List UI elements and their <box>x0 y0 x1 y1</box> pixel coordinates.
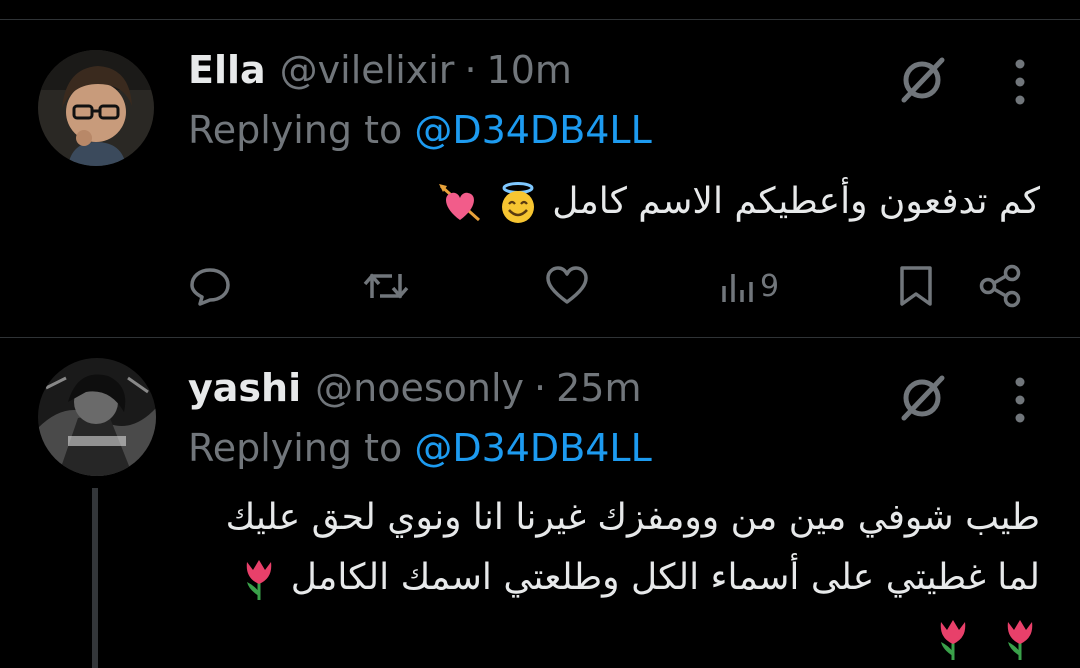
tweet-text-line: كم تدفعون وأعطيكم الاسم كامل <box>180 172 1040 232</box>
user-handle[interactable]: @vilelixir <box>280 48 455 92</box>
tweet-header: Ella @vilelixir · 10m <box>188 44 572 96</box>
views-count: 9 <box>760 268 780 304</box>
mention-link[interactable]: @D34DB4LL <box>414 108 651 152</box>
display-name[interactable]: yashi <box>188 366 301 410</box>
separator-dot: · <box>464 48 477 92</box>
timestamp[interactable]: 25m <box>556 366 641 410</box>
timeline: Ella @vilelixir · 10m Replying to @D34DB… <box>0 0 1080 668</box>
grok-icon[interactable] <box>890 48 954 112</box>
more-icon[interactable] <box>1000 372 1040 428</box>
tulip-icon <box>247 560 272 600</box>
heart-with-arrow-icon <box>439 184 481 222</box>
tweet[interactable]: yashi @noesonly · 25m Replying to @D34DB… <box>0 338 1080 668</box>
like-icon <box>546 266 588 304</box>
tulip-icon <box>940 620 965 660</box>
replying-label: Replying to <box>188 108 415 152</box>
share-button[interactable] <box>978 260 1024 312</box>
replying-to: Replying to @D34DB4LL <box>188 108 652 152</box>
reply-button[interactable] <box>188 260 232 312</box>
avatar[interactable] <box>38 50 154 166</box>
smiling-face-with-halo-icon <box>501 182 534 223</box>
retweet-icon <box>363 273 409 299</box>
tweet[interactable]: Ella @vilelixir · 10m Replying to @D34DB… <box>0 20 1080 337</box>
bookmark-icon <box>900 266 932 306</box>
reply-icon <box>190 268 230 306</box>
tweet-text-line: طيب شوفي مين من وومفزك غيرنا انا ونوي لح… <box>225 497 1040 538</box>
tweet-text-line: لما غطيتي على أسماء الكل وطلعتي اسمك الك… <box>180 548 1040 608</box>
grok-icon[interactable] <box>890 366 954 430</box>
tweet-actions: 9 <box>188 260 1040 312</box>
tweet-text-line <box>180 608 1040 668</box>
retweet-button[interactable] <box>362 260 410 312</box>
display-name[interactable]: Ella <box>188 48 266 92</box>
tweet-text: كم تدفعون وأعطيكم الاسم كامل <box>180 172 1040 232</box>
thread-line <box>92 488 98 668</box>
tulip-icon <box>1007 620 1033 660</box>
tweet-header: yashi @noesonly · 25m <box>188 362 641 414</box>
user-handle[interactable]: @noesonly <box>315 366 524 410</box>
tweet-text: طيب شوفي مين من وومفزك غيرنا انا ونوي لح… <box>180 488 1040 668</box>
replying-to: Replying to @D34DB4LL <box>188 426 652 470</box>
bookmark-button[interactable] <box>896 260 936 312</box>
replying-label: Replying to <box>188 426 415 470</box>
views-icon <box>722 274 753 302</box>
views-button[interactable]: 9 <box>718 260 779 312</box>
share-icon <box>979 264 1021 308</box>
timestamp[interactable]: 10m <box>487 48 572 92</box>
avatar[interactable] <box>38 358 156 476</box>
separator-dot: · <box>534 366 547 410</box>
like-button[interactable] <box>544 260 590 312</box>
mention-link[interactable]: @D34DB4LL <box>414 426 651 470</box>
more-icon[interactable] <box>1000 54 1040 110</box>
